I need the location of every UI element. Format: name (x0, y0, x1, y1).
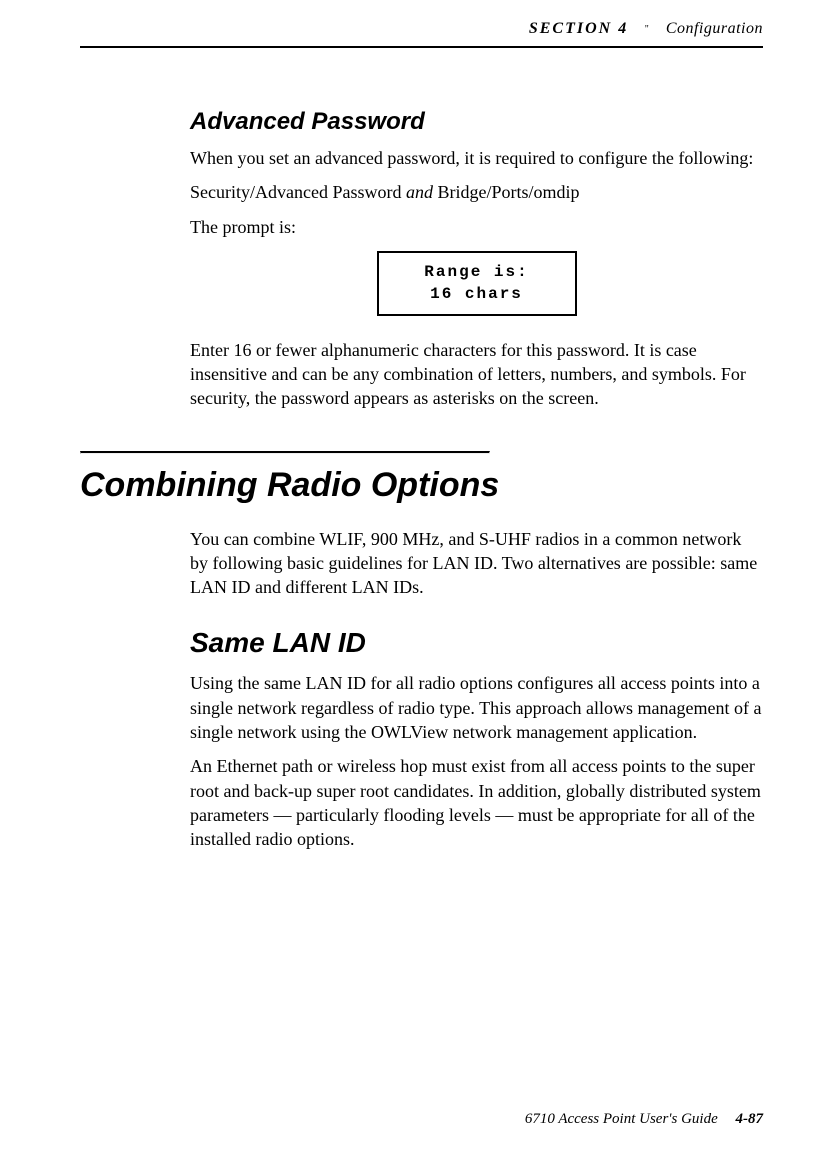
page-footer: 6710 Access Point User's Guide 4-87 (525, 1111, 763, 1128)
para-ap-1: When you set an advanced password, it is… (190, 146, 763, 170)
para-slid-1: Using the same LAN ID for all radio opti… (190, 671, 763, 744)
para-slid-2: An Ethernet path or wireless hop must ex… (190, 754, 763, 851)
para-ap-3: The prompt is: (190, 215, 763, 239)
footer-page-number: 4-87 (736, 1111, 764, 1127)
heading-combining-radio-options: Combining Radio Options (80, 466, 763, 505)
footer-guide: 6710 Access Point User's Guide (525, 1111, 718, 1127)
prompt-line-1: Range is: (391, 261, 563, 283)
section-divider (80, 451, 490, 454)
header-title: Configuration (666, 20, 763, 37)
header-separator: " (645, 24, 650, 35)
para-ap-2-italic: and (406, 182, 433, 202)
para-ap-4: Enter 16 or fewer alphanumeric character… (190, 338, 763, 411)
heading-advanced-password: Advanced Password (190, 108, 763, 136)
para-ap-2-post: Bridge/Ports/omdip (433, 182, 580, 202)
heading-same-lan-id: Same LAN ID (190, 627, 763, 659)
header-section: SECTION 4 (529, 20, 628, 37)
page-header: SECTION 4 " Configuration (80, 20, 763, 48)
para-ap-2-pre: Security/Advanced Password (190, 182, 406, 202)
prompt-box: Range is: 16 chars (377, 251, 577, 316)
para-ap-2: Security/Advanced Password and Bridge/Po… (190, 180, 763, 204)
para-cro-1: You can combine WLIF, 900 MHz, and S-UHF… (190, 527, 763, 600)
prompt-line-2: 16 chars (391, 283, 563, 305)
